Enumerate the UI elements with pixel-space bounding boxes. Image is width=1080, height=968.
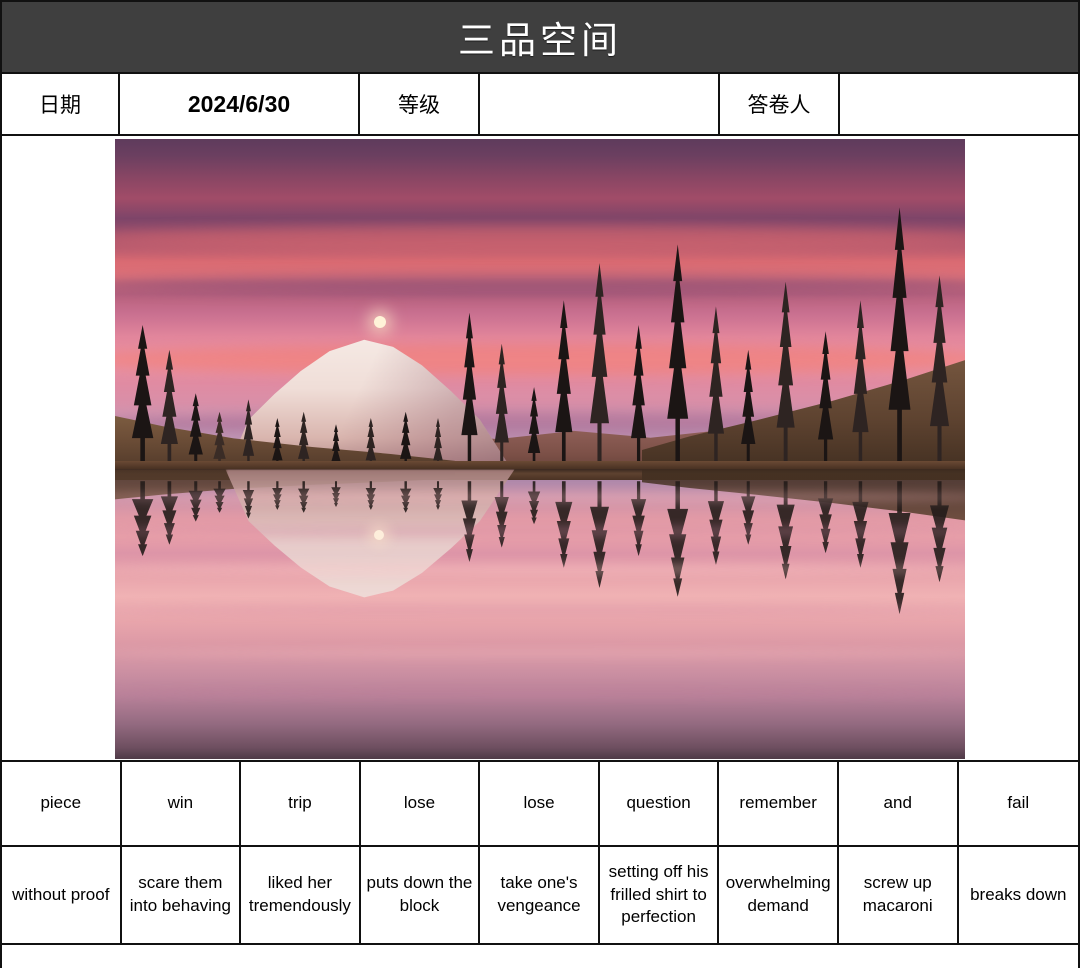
phrase-cell[interactable]: screw up macaroni	[838, 847, 959, 943]
word-cell[interactable]: and	[838, 762, 959, 845]
word-cell[interactable]: fail	[958, 762, 1079, 845]
phrase-cell[interactable]: setting off his frilled shirt to perfect…	[599, 847, 720, 943]
water-ripple	[115, 689, 965, 699]
phrase-cell[interactable]: breaks down	[958, 847, 1079, 943]
page-title: 三品空间	[458, 19, 622, 62]
level-label: 等级	[360, 74, 480, 134]
date-label: 日期	[2, 74, 120, 134]
phrase-cell[interactable]: puts down the block	[360, 847, 481, 943]
word-cell[interactable]: piece	[2, 762, 122, 845]
meta-row: 日期 2024/6/30 等级 答卷人	[2, 74, 1078, 136]
reflected-tree	[527, 481, 541, 525]
phrase-cell[interactable]: scare them into behaving	[121, 847, 242, 943]
level-value[interactable]	[480, 74, 720, 134]
phrase-cell[interactable]: without proof	[2, 847, 122, 943]
title-bar: 三品空间	[2, 0, 1078, 74]
water-ripple	[115, 605, 965, 615]
date-value[interactable]: 2024/6/30	[120, 74, 360, 134]
word-cell[interactable]: lose	[480, 762, 600, 845]
cloud-band	[115, 343, 965, 375]
scenery-photo	[115, 139, 965, 759]
word-row: piece win trip lose lose question rememb…	[2, 762, 1079, 847]
water-ripple	[115, 492, 965, 502]
phrase-cell[interactable]: take one's vengeance	[480, 847, 600, 943]
cloud-band	[115, 225, 965, 251]
word-cell[interactable]: trip	[241, 762, 361, 845]
respondent-label: 答卷人	[720, 74, 840, 134]
word-cell[interactable]: question	[599, 762, 720, 845]
water-ripple	[115, 527, 965, 537]
respondent-value[interactable]	[840, 74, 1078, 134]
word-cell[interactable]: remember	[719, 762, 839, 845]
phrase-cell[interactable]: liked her tremendously	[241, 847, 361, 943]
worksheet: 三品空间 日期 2024/6/30 等级 答卷人 piece win trip …	[0, 0, 1080, 968]
word-cell[interactable]: win	[121, 762, 242, 845]
water-ripple	[115, 648, 965, 658]
picture-band	[2, 136, 1078, 762]
phrase-row: without proof scare them into behaving l…	[2, 847, 1079, 945]
phrase-cell[interactable]: overwhelming demand	[719, 847, 839, 943]
cloud-band	[115, 275, 965, 294]
water-ripple	[115, 564, 965, 574]
sun-icon	[374, 315, 387, 328]
word-cell[interactable]: lose	[360, 762, 481, 845]
lake-water	[115, 469, 965, 759]
